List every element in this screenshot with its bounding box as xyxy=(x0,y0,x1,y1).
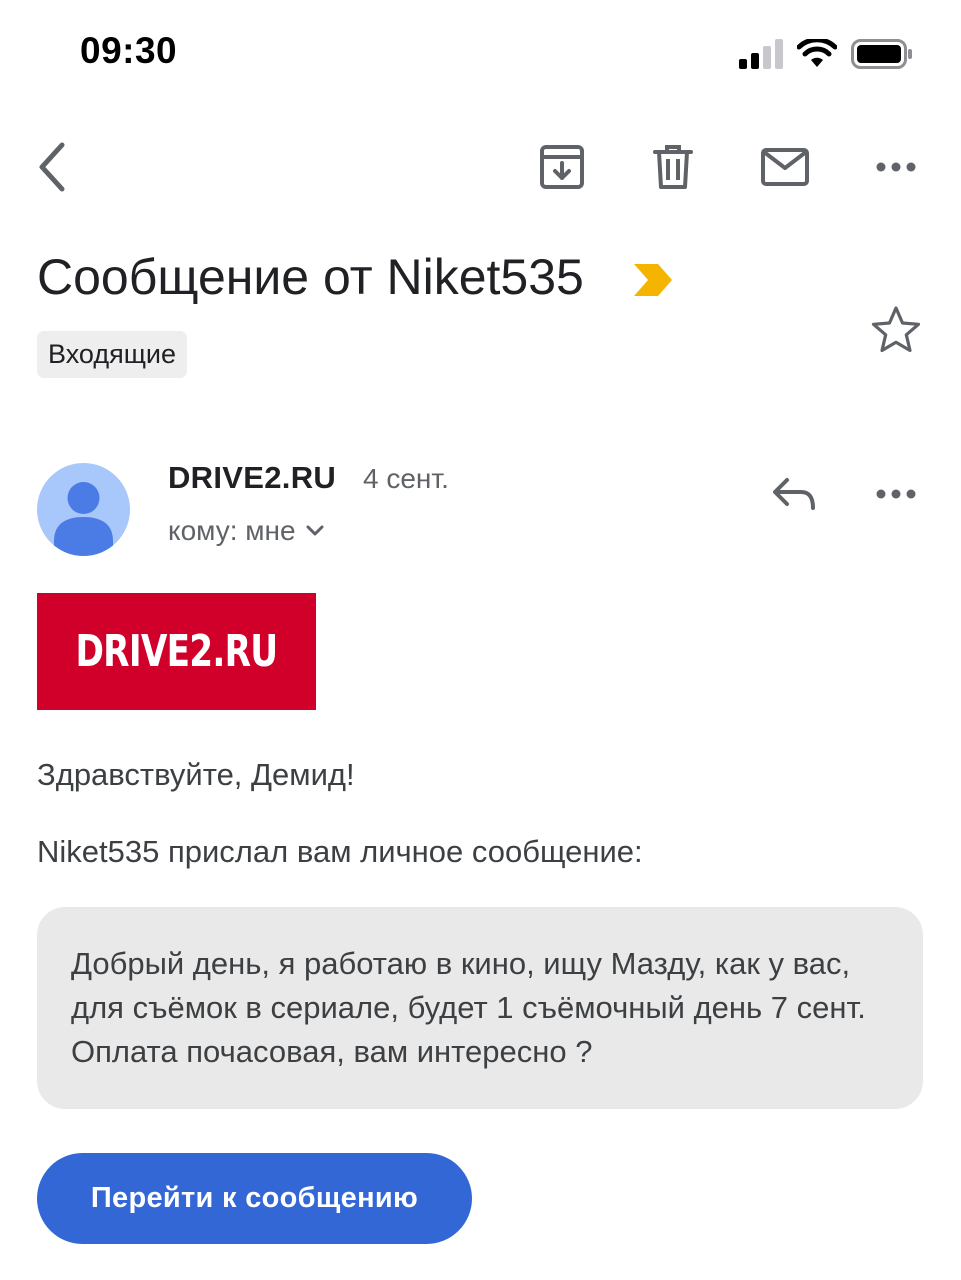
intro-text: Niket535 прислал вам личное сообщение: xyxy=(37,834,643,869)
mark-unread-button[interactable] xyxy=(753,135,817,199)
email-subject: Сообщение от Niket535 xyxy=(37,249,584,305)
sender-name[interactable]: DRIVE2.RU xyxy=(168,460,336,496)
more-horizontal-icon xyxy=(876,489,916,499)
person-icon xyxy=(54,482,113,556)
battery-icon xyxy=(851,39,912,69)
reply-icon xyxy=(773,478,815,510)
reply-button[interactable] xyxy=(766,466,822,522)
more-options-button[interactable] xyxy=(864,135,928,199)
archive-icon xyxy=(540,145,584,189)
label-chip-inbox[interactable]: Входящие xyxy=(37,331,188,378)
chevron-left-icon xyxy=(39,142,65,192)
message-text: Добрый день, я работаю в кино, ищу Мазду… xyxy=(71,946,866,1069)
importance-icon xyxy=(634,264,672,296)
recipient-details[interactable]: кому: мне xyxy=(168,515,324,547)
status-time: 09:30 xyxy=(80,30,178,71)
banner-logo-text: DRIVE2.RU xyxy=(75,626,279,677)
archive-button[interactable] xyxy=(530,135,594,199)
delete-button[interactable] xyxy=(641,135,705,199)
back-button[interactable] xyxy=(20,135,84,199)
status-icons xyxy=(739,34,913,74)
star-icon xyxy=(871,306,921,353)
trash-icon xyxy=(653,145,693,189)
cellular-signal-icon xyxy=(739,39,783,69)
message-more-button[interactable] xyxy=(868,466,924,522)
mail-icon xyxy=(761,148,809,186)
importance-marker[interactable] xyxy=(632,262,674,303)
go-to-message-button[interactable]: Перейти к сообщению xyxy=(37,1153,472,1244)
recipient-label: кому: мне xyxy=(168,515,296,546)
chevron-down-icon xyxy=(306,525,324,536)
email-date: 4 сент. xyxy=(363,463,449,494)
wifi-icon xyxy=(797,39,837,67)
drive2-logo-banner[interactable]: DRIVE2.RU xyxy=(37,593,316,710)
avatar[interactable] xyxy=(37,463,130,556)
greeting-text: Здравствуйте, Демид! xyxy=(37,757,355,792)
more-horizontal-icon xyxy=(876,162,916,172)
message-quote-box: Добрый день, я работаю в кино, ищу Мазду… xyxy=(37,907,923,1109)
star-button[interactable] xyxy=(870,305,922,360)
